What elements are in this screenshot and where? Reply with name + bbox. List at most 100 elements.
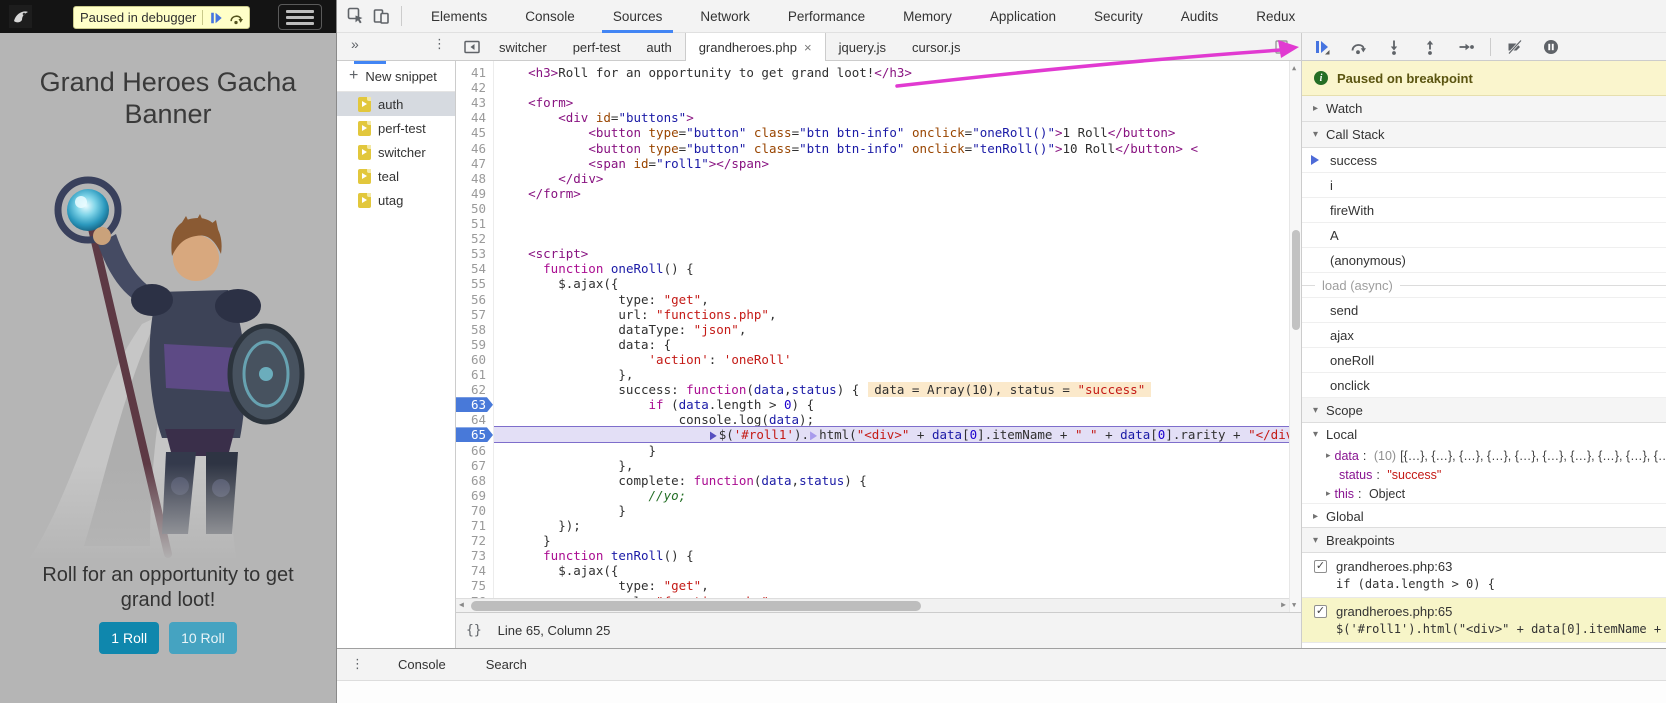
gutter-line-68[interactable]: 68 xyxy=(456,473,493,488)
navigator-menu-icon[interactable]: ⋮ xyxy=(433,36,446,52)
close-tab-icon[interactable]: × xyxy=(804,40,812,55)
gutter-line-42[interactable]: 42 xyxy=(456,80,493,95)
breakpoint-checkbox[interactable]: ✓ xyxy=(1314,560,1327,573)
vertical-scroll-thumb[interactable] xyxy=(1291,230,1300,330)
gutter-line-67[interactable]: 67 xyxy=(456,458,493,473)
gutter-line-59[interactable]: 59 xyxy=(456,337,493,352)
gutter-line-57[interactable]: 57 xyxy=(456,307,493,322)
navigator-more-tabs-icon[interactable]: » xyxy=(351,36,359,52)
drawer-menu-icon[interactable]: ⋮ xyxy=(351,656,364,672)
callstack-frame-send[interactable]: send xyxy=(1302,298,1666,323)
roll-button-1-roll[interactable]: 1 Roll xyxy=(99,622,160,654)
editor-code[interactable]: <h3>Roll for an opportunity to get grand… xyxy=(494,61,1301,612)
horizontal-scrollbar[interactable]: ◀ ▶ xyxy=(456,598,1289,612)
breakpoint-badge-line-65[interactable]: 65 xyxy=(456,427,493,443)
file-tab-grandheroes.php[interactable]: grandheroes.php × xyxy=(684,33,826,61)
gutter-line-56[interactable]: 56 xyxy=(456,292,493,307)
tab-redux[interactable]: Redux xyxy=(1237,0,1314,33)
scroll-down-arrow[interactable]: ▼ xyxy=(1292,601,1296,609)
vertical-scrollbar[interactable]: ▲ ▼ xyxy=(1289,61,1301,612)
scroll-up-arrow[interactable]: ▲ xyxy=(1292,64,1296,72)
gutter-line-46[interactable]: 46 xyxy=(456,141,493,156)
gutter-line-47[interactable]: 47 xyxy=(456,156,493,171)
gutter-line-75[interactable]: 75 xyxy=(456,578,493,593)
gutter-line-66[interactable]: 66 xyxy=(456,443,493,458)
gutter-line-49[interactable]: 49 xyxy=(456,186,493,201)
file-tab-auth[interactable]: auth xyxy=(633,33,684,61)
callstack-frame-success[interactable]: success xyxy=(1302,148,1666,173)
tab-application[interactable]: Application xyxy=(971,0,1075,33)
callstack-frame-A[interactable]: A xyxy=(1302,223,1666,248)
gutter-line-73[interactable]: 73 xyxy=(456,548,493,563)
tab-memory[interactable]: Memory xyxy=(884,0,971,33)
gutter-line-48[interactable]: 48 xyxy=(456,171,493,186)
section-watch[interactable]: ▸ Watch xyxy=(1302,96,1666,122)
gutter-line-60[interactable]: 60 xyxy=(456,352,493,367)
tab-sources[interactable]: Sources xyxy=(594,0,682,33)
tab-console[interactable]: Console xyxy=(506,0,594,33)
drawer-tab-console[interactable]: Console xyxy=(398,657,446,672)
section-call-stack[interactable]: ▾ Call Stack xyxy=(1302,122,1666,148)
step-out-icon[interactable] xyxy=(1422,39,1438,55)
inspect-element-icon[interactable] xyxy=(347,7,365,25)
gutter-line-50[interactable]: 50 xyxy=(456,201,493,216)
section-breakpoints[interactable]: ▾ Breakpoints xyxy=(1302,527,1666,553)
scope-var-this[interactable]: ▸ this: Object xyxy=(1302,484,1666,503)
scope-var-status[interactable]: status: "success" xyxy=(1302,465,1666,484)
pretty-print-button[interactable]: {} xyxy=(466,623,482,638)
deactivate-breakpoints-icon[interactable] xyxy=(1507,39,1523,55)
gutter-line-61[interactable]: 61 xyxy=(456,367,493,382)
gutter-line-58[interactable]: 58 xyxy=(456,322,493,337)
gutter-line-71[interactable]: 71 xyxy=(456,518,493,533)
step-over-icon[interactable] xyxy=(1350,39,1366,55)
callstack-frame-oneRoll[interactable]: oneRoll xyxy=(1302,348,1666,373)
site-logo[interactable] xyxy=(9,5,32,28)
horizontal-scroll-thumb[interactable] xyxy=(471,601,921,611)
gutter-line-69[interactable]: 69 xyxy=(456,488,493,503)
gutter-line-44[interactable]: 44 xyxy=(456,110,493,125)
section-scope[interactable]: ▾ Scope xyxy=(1302,397,1666,423)
breakpoint-checkbox[interactable]: ✓ xyxy=(1314,605,1327,618)
editor-gutter[interactable]: 41 42 43 44 45 46 47 48 49 50 51 52 53 54 55 56 57 58 59 60… xyxy=(456,61,494,612)
new-snippet-button[interactable]: + New snippet xyxy=(337,61,455,92)
gutter-line-45[interactable]: 45 xyxy=(456,125,493,140)
breakpoint-badge-line-63[interactable]: 63 xyxy=(456,397,493,413)
tab-performance[interactable]: Performance xyxy=(769,0,884,33)
gutter-line-53[interactable]: 53 xyxy=(456,246,493,261)
callstack-frame-onclick[interactable]: onclick xyxy=(1302,373,1666,398)
gutter-line-52[interactable]: 52 xyxy=(456,231,493,246)
gutter-line-43[interactable]: 43 xyxy=(456,95,493,110)
gutter-line-51[interactable]: 51 xyxy=(456,216,493,231)
step-over-icon[interactable] xyxy=(229,11,244,25)
drawer-tab-search[interactable]: Search xyxy=(486,657,527,672)
device-toolbar-icon[interactable] xyxy=(373,7,391,25)
scope-local-group[interactable]: ▾ Local xyxy=(1302,423,1666,446)
breakpoint-entry-grandheroes-php-65[interactable]: ✓ grandheroes.php:65 $('#roll1').html("<di… xyxy=(1302,598,1666,643)
tab-security[interactable]: Security xyxy=(1075,0,1162,33)
breakpoint-entry-grandheroes-php-63[interactable]: ✓ grandheroes.php:63 if (data.length > 0) … xyxy=(1302,553,1666,598)
gutter-line-41[interactable]: 41 xyxy=(456,65,493,80)
sidebar-item-perf-test[interactable]: perf-test xyxy=(337,116,455,140)
toggle-navigator-icon[interactable] xyxy=(464,39,480,55)
open-file-icon[interactable] xyxy=(1275,39,1291,55)
tab-elements[interactable]: Elements xyxy=(412,0,506,33)
file-tab-switcher[interactable]: switcher xyxy=(486,33,560,61)
scroll-left-arrow[interactable]: ◀ xyxy=(459,600,464,609)
gutter-line-54[interactable]: 54 xyxy=(456,261,493,276)
step-icon[interactable] xyxy=(1458,39,1474,55)
pause-on-exceptions-icon[interactable] xyxy=(1543,39,1559,55)
menu-toggle-button[interactable] xyxy=(278,4,322,30)
gutter-line-62[interactable]: 62 xyxy=(456,382,493,397)
callstack-frame-fireWith[interactable]: fireWith xyxy=(1302,198,1666,223)
sidebar-item-auth[interactable]: auth xyxy=(337,92,455,116)
sidebar-item-teal[interactable]: teal xyxy=(337,164,455,188)
callstack-frame-load-async-[interactable]: load (async) xyxy=(1302,273,1666,298)
file-tab-jquery.js[interactable]: jquery.js xyxy=(826,33,899,61)
roll-button-10-roll[interactable]: 10 Roll xyxy=(169,622,237,654)
sidebar-item-switcher[interactable]: switcher xyxy=(337,140,455,164)
file-tab-cursor.js[interactable]: cursor.js xyxy=(899,33,973,61)
code-editor[interactable]: 41 42 43 44 45 46 47 48 49 50 51 52 53 54 55 56 57 58 59 60… xyxy=(456,61,1301,612)
scope-global-group[interactable]: ▸ Global xyxy=(1302,503,1666,528)
callstack-frame-ajax[interactable]: ajax xyxy=(1302,323,1666,348)
file-tab-perf-test[interactable]: perf-test xyxy=(560,33,634,61)
